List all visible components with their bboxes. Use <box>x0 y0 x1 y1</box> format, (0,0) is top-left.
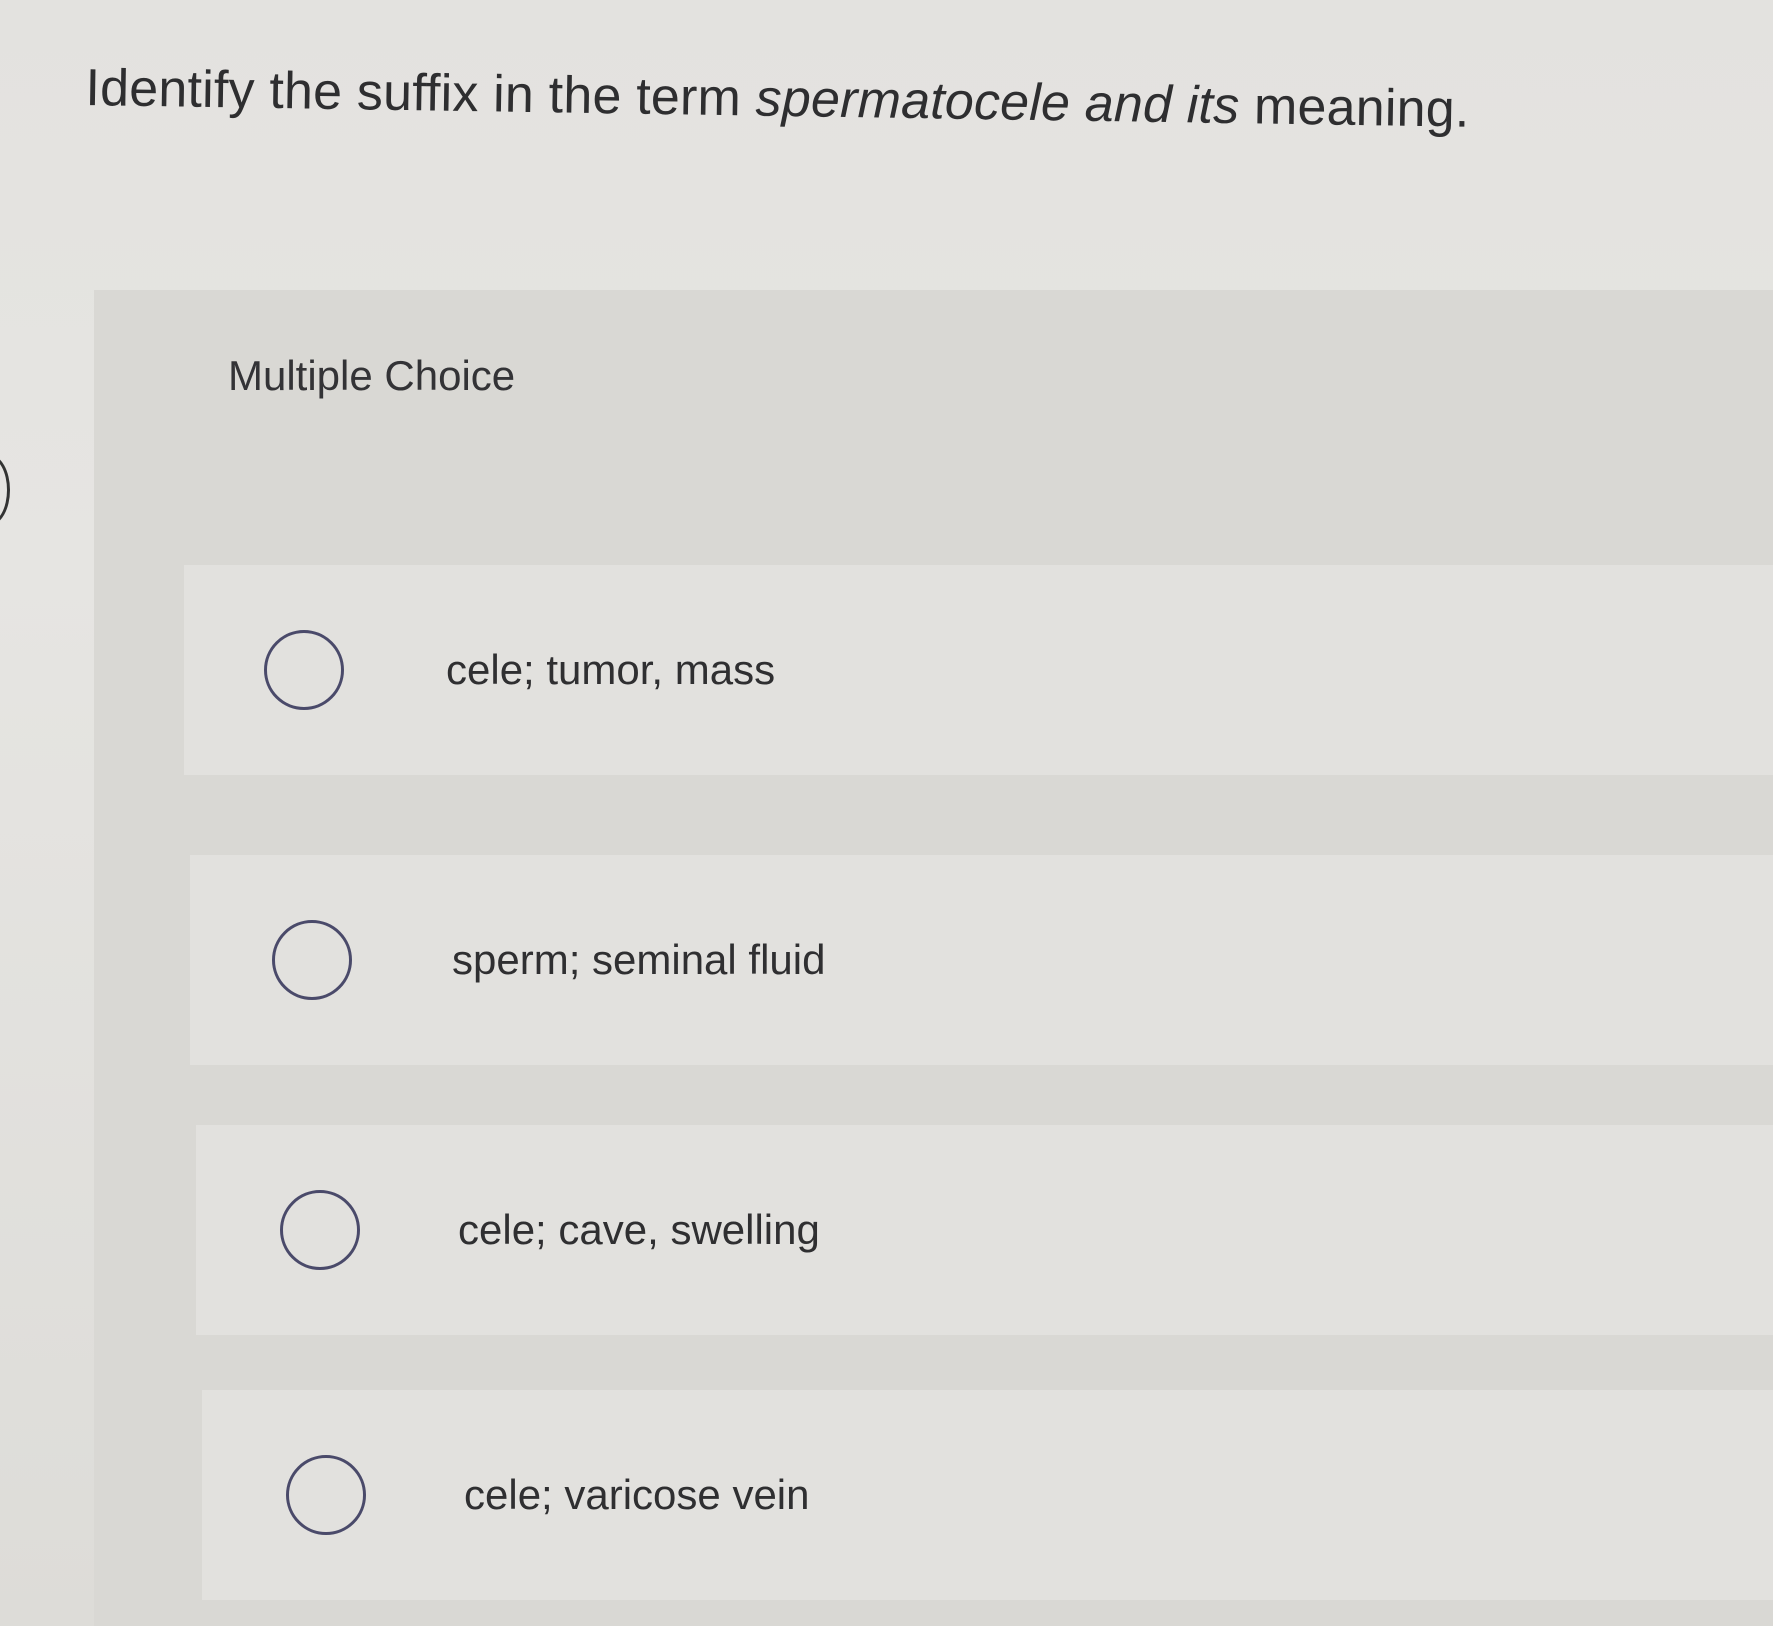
answer-option-2[interactable]: sperm; seminal fluid <box>190 855 1773 1065</box>
answer-option-label: cele; cave, swelling <box>458 1206 820 1253</box>
question-suffix: meaning. <box>1238 77 1471 139</box>
radio-button-icon[interactable] <box>280 1190 360 1270</box>
question-type-label: Multiple Choice <box>228 352 516 399</box>
answer-option-label: sperm; seminal fluid <box>452 936 826 983</box>
question-text: Identify the suffix in the term spermato… <box>85 58 1470 140</box>
answer-option-1[interactable]: cele; tumor, mass <box>184 565 1773 775</box>
answer-option-label: cele; varicose vein <box>464 1471 810 1518</box>
partial-edge-element <box>0 455 10 525</box>
radio-button-icon[interactable] <box>264 630 344 710</box>
radio-button-icon[interactable] <box>272 920 352 1000</box>
radio-button-icon[interactable] <box>286 1455 366 1535</box>
answer-option-4[interactable]: cele; varicose vein <box>202 1390 1773 1600</box>
answer-option-3[interactable]: cele; cave, swelling <box>196 1125 1773 1335</box>
answer-option-label: cele; tumor, mass <box>446 646 776 693</box>
question-prefix: Identify the suffix in the term <box>85 58 757 128</box>
question-term: spermatocele and its <box>755 69 1240 136</box>
